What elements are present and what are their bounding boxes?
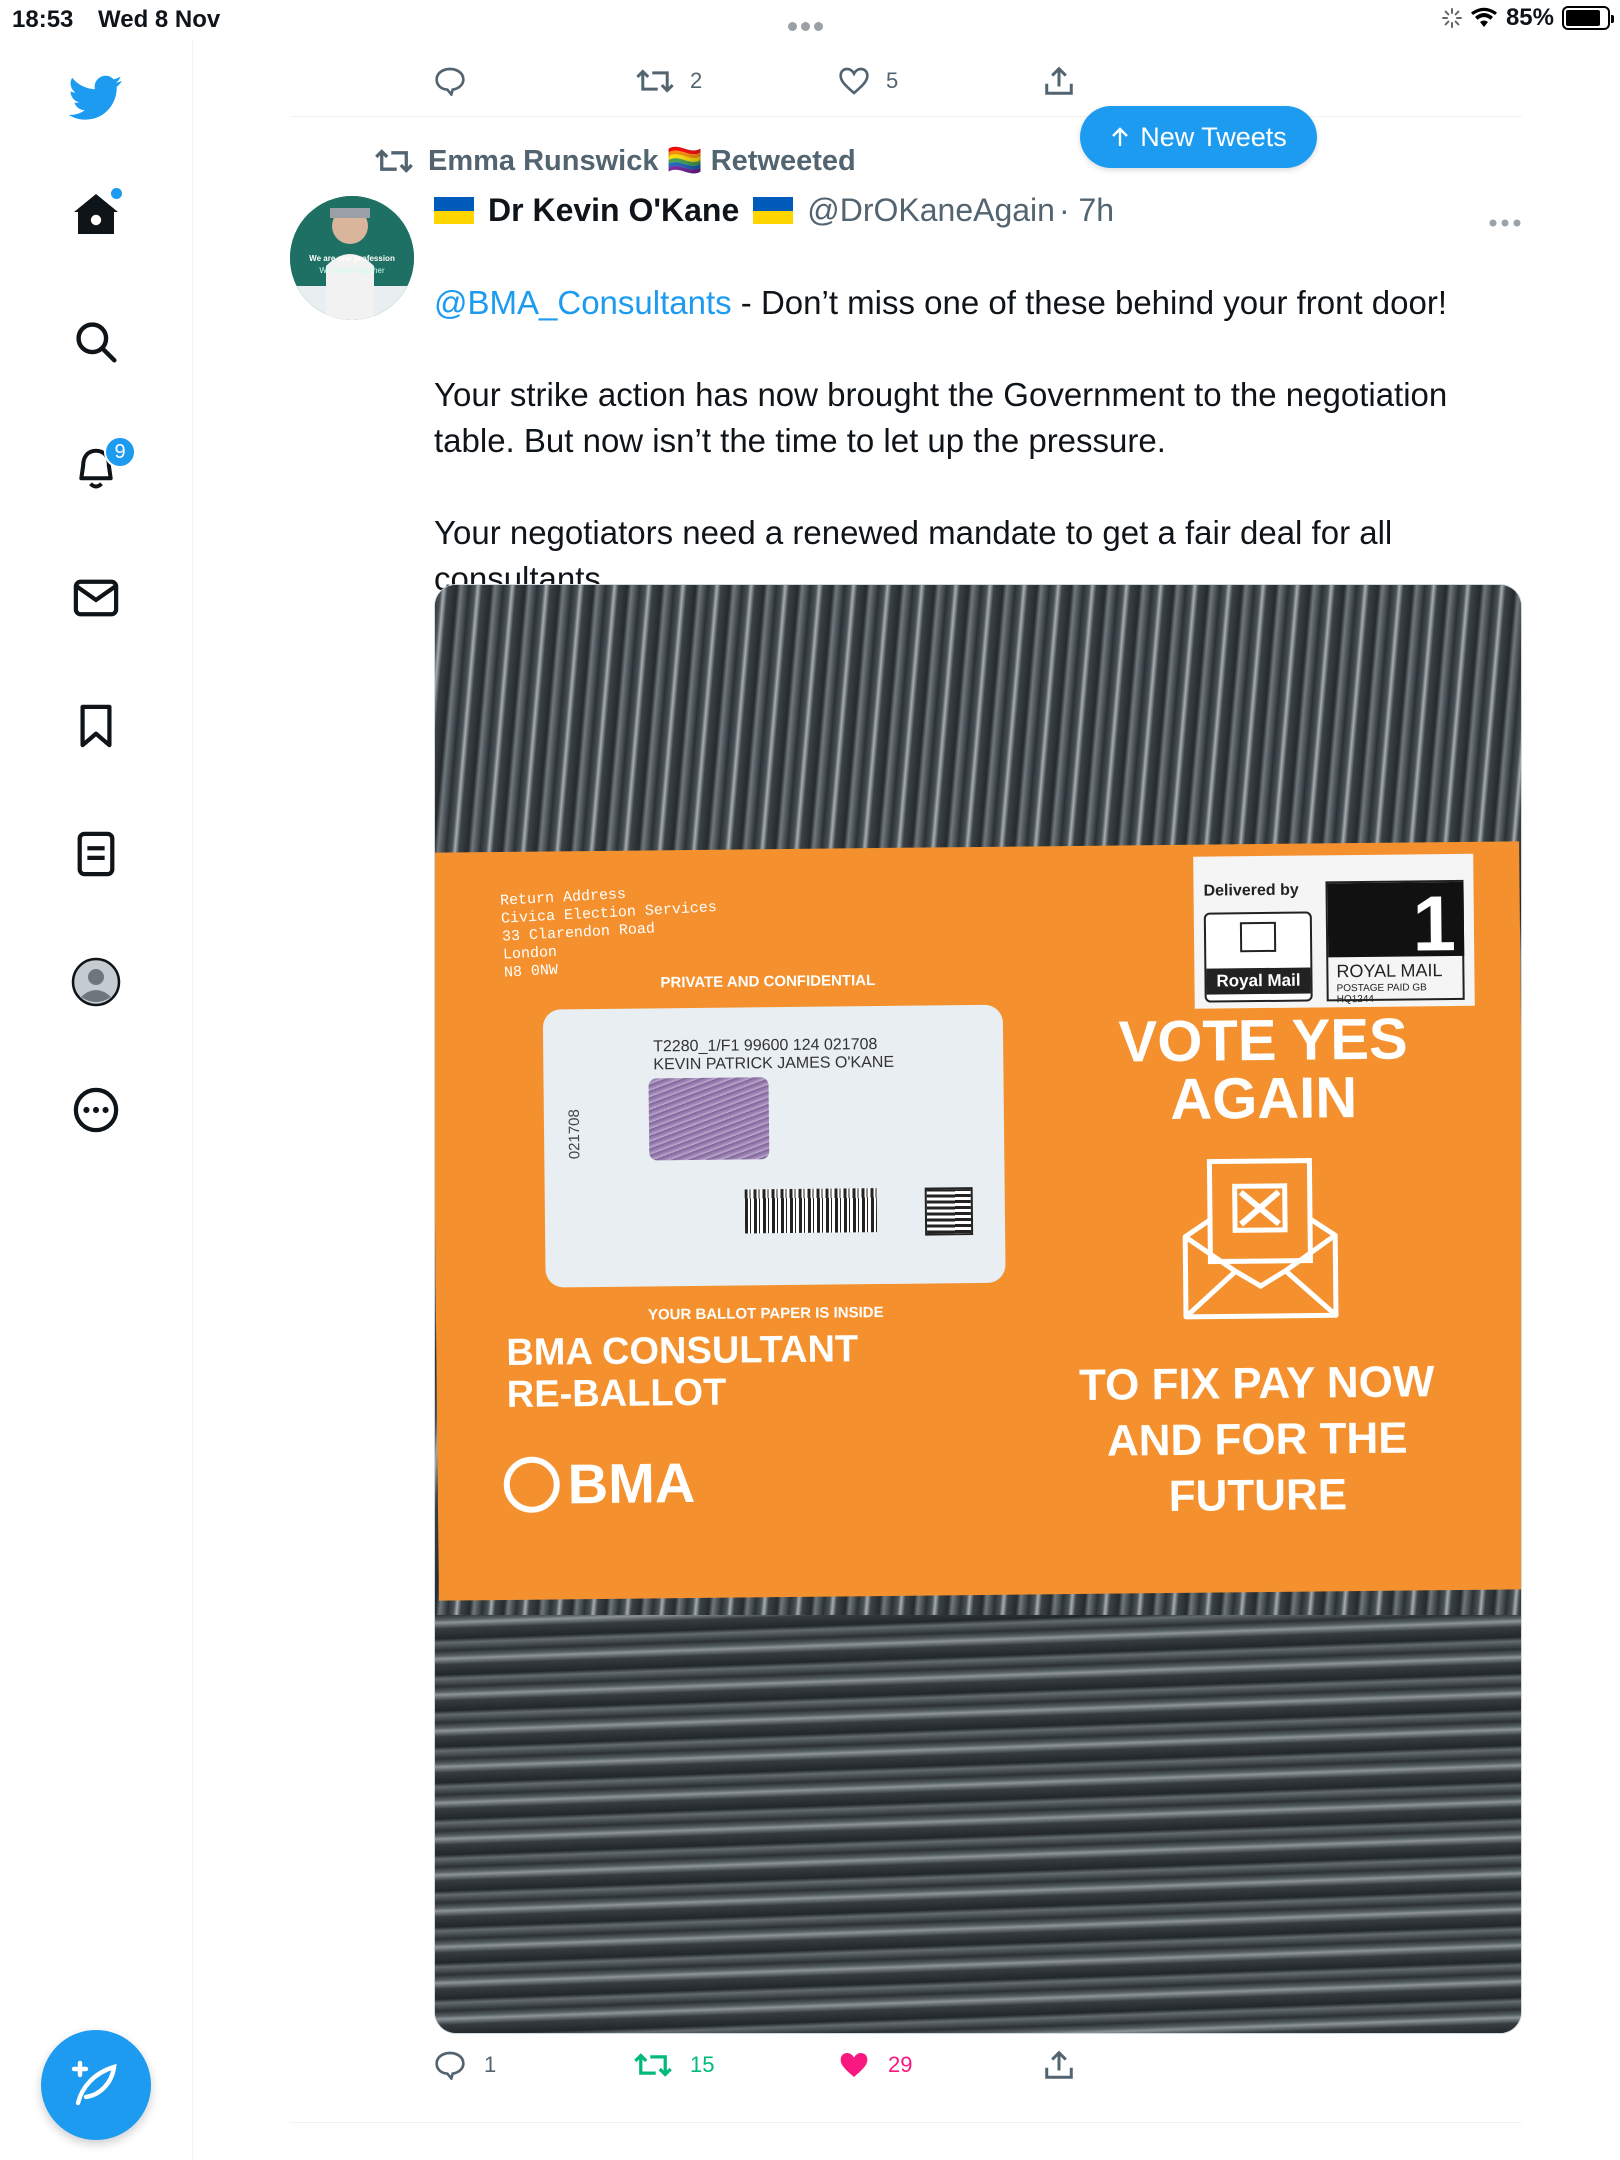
bma-emblem-icon	[503, 1455, 561, 1513]
battery-icon	[1562, 6, 1614, 30]
royal-mail-stamp: Delivered by Royal Mail 1 ROYAL MAIL POS…	[1193, 853, 1475, 1009]
sidebar-nav: 9	[0, 40, 193, 2160]
compose-tweet-button[interactable]	[41, 2030, 151, 2140]
share-icon	[1045, 66, 1073, 95]
royal-mail-logo-text: Royal Mail	[1206, 967, 1311, 995]
bma-logo-text: BMA	[567, 1450, 696, 1516]
ballot-envelope: Return Address Civica Election Services …	[435, 841, 1521, 1601]
avatar-caption-2: We stand together	[319, 266, 385, 275]
window-address: T2280_1/F1 99600 124 021708 KEVIN PATRIC…	[653, 1036, 895, 1074]
status-bar: 18:53 Wed 8 Nov 85%	[0, 0, 1620, 40]
reply-icon	[435, 2051, 465, 2080]
like-count: 29	[888, 2052, 913, 2077]
tweet-divider	[290, 116, 1522, 117]
ukraine-flag-icon	[753, 197, 794, 224]
more-options-icon[interactable]	[64, 1078, 128, 1142]
tweet-body: - Don’t miss one of these behind your fr…	[434, 284, 1448, 597]
crown-icon	[1239, 921, 1277, 953]
ballot-title: BMA CONSULTANT RE-BALLOT	[506, 1328, 859, 1416]
lists-icon[interactable]	[64, 822, 128, 886]
retweeted-by-line[interactable]: Emma Runswick 🏳️‍🌈 Retweeted	[374, 144, 856, 178]
tweet-more-button[interactable]	[1488, 202, 1522, 236]
messages-icon[interactable]	[64, 566, 128, 630]
prev-like-button[interactable]: 5	[838, 66, 898, 96]
vote-yes-headline: VOTE YES AGAIN	[1118, 1006, 1408, 1132]
tweet-actions: 1 15 29	[434, 2050, 1522, 2100]
like-button[interactable]: 29	[838, 2050, 912, 2080]
new-tweets-label: New Tweets	[1140, 121, 1287, 152]
postage-royal-mail: ROYAL MAIL	[1336, 960, 1443, 982]
prev-like-count: 5	[886, 68, 899, 93]
envelope-address-window: 021708 T2280_1/F1 99600 124 021708 KEVIN…	[542, 1004, 1006, 1288]
reply-button[interactable]: 1	[434, 2050, 496, 2080]
arrow-up-icon	[1112, 127, 1129, 146]
activity-spinner-icon	[1441, 8, 1462, 28]
retweet-icon	[375, 149, 413, 173]
prev-tweet-actions: 2 5	[290, 66, 1522, 116]
wifi-icon	[1470, 7, 1497, 27]
postage-box: 1 ROYAL MAIL POSTAGE PAID GB HQ1244	[1325, 878, 1465, 1005]
ukraine-flag-icon	[434, 197, 474, 224]
envelope-private-label: PRIVATE AND CONFIDENTIAL	[660, 972, 876, 992]
window-side-number: 021708	[565, 1109, 584, 1160]
more-horizontal-icon	[1489, 219, 1521, 227]
home-unread-dot	[111, 188, 122, 199]
postage-paid-text: POSTAGE PAID GB HQ1244	[1336, 982, 1427, 1006]
delivered-by-label: Delivered by	[1203, 881, 1299, 900]
author-name[interactable]: Dr Kevin O'Kane	[488, 192, 739, 229]
notifications-icon[interactable]: 9	[64, 436, 136, 502]
retweet-icon	[634, 2053, 672, 2077]
envelope-return-address: Return Address Civica Election Services …	[499, 885, 718, 982]
tweet-divider	[290, 2122, 1522, 2123]
tweet-media-image[interactable]: Return Address Civica Election Services …	[434, 584, 1522, 2034]
like-icon	[839, 67, 869, 95]
tweet-header: Dr Kevin O'Kane @DrOKaneAgain · 7h	[434, 192, 1114, 229]
author-handle[interactable]: @DrOKaneAgain	[807, 192, 1055, 229]
avatar-caption-1: We are one profession	[309, 254, 395, 263]
ballot-inside-label: YOUR BALLOT PAPER IS INSIDE	[647, 1304, 884, 1324]
battery-percent: 85%	[1505, 4, 1554, 31]
fix-pay-headline: TO FIX PAY NOW AND FOR THE FUTURE	[1078, 1357, 1435, 1522]
prev-retweet-count: 2	[690, 68, 703, 93]
retweet-button[interactable]: 15	[634, 2050, 714, 2080]
ballot-envelope-icon	[1182, 1158, 1339, 1320]
barcode-icon	[744, 1188, 878, 1234]
multitasking-dots[interactable]	[788, 10, 832, 31]
postage-class-number: 1	[1412, 878, 1457, 968]
author-avatar[interactable]: We are one profession We stand together	[290, 196, 414, 320]
like-filled-icon	[840, 2053, 868, 2077]
tweet-text: @BMA_Consultants - Don’t miss one of the…	[434, 280, 1522, 602]
status-right: 85%	[1441, 4, 1614, 32]
royal-mail-logo-icon: Royal Mail	[1203, 911, 1313, 1003]
retweet-count: 15	[690, 2052, 715, 2077]
profile-avatar-icon[interactable]	[64, 950, 128, 1014]
retweeted-by-text: Emma Runswick 🏳️‍🌈 Retweeted	[428, 145, 856, 177]
home-icon[interactable]	[64, 182, 128, 246]
bma-logo: BMA	[503, 1450, 696, 1517]
tweet-time[interactable]: · 7h	[1059, 192, 1114, 229]
compose-feather-icon	[71, 2060, 117, 2106]
prev-share-button[interactable]	[1044, 66, 1074, 96]
notifications-badge: 9	[104, 436, 136, 468]
reply-icon	[435, 67, 465, 96]
prev-retweet-button[interactable]: 2	[636, 66, 702, 96]
prev-reply-button[interactable]	[434, 66, 466, 96]
bookmarks-icon[interactable]	[64, 694, 128, 758]
status-date: Wed 8 Nov	[98, 6, 221, 33]
twitter-logo-icon[interactable]	[64, 66, 128, 130]
new-tweets-button[interactable]: New Tweets	[1080, 106, 1317, 168]
share-icon	[1045, 2050, 1073, 2079]
share-button[interactable]	[1044, 2050, 1074, 2080]
mention-link[interactable]: @BMA_Consultants	[434, 284, 732, 321]
search-icon[interactable]	[64, 310, 128, 374]
retweet-icon	[636, 69, 674, 93]
marble-background-lower	[435, 1615, 1521, 2033]
redacted-address	[648, 1077, 770, 1161]
status-time: 18:53	[12, 6, 74, 33]
qr-code-icon	[924, 1187, 974, 1236]
reply-count: 1	[484, 2052, 497, 2077]
